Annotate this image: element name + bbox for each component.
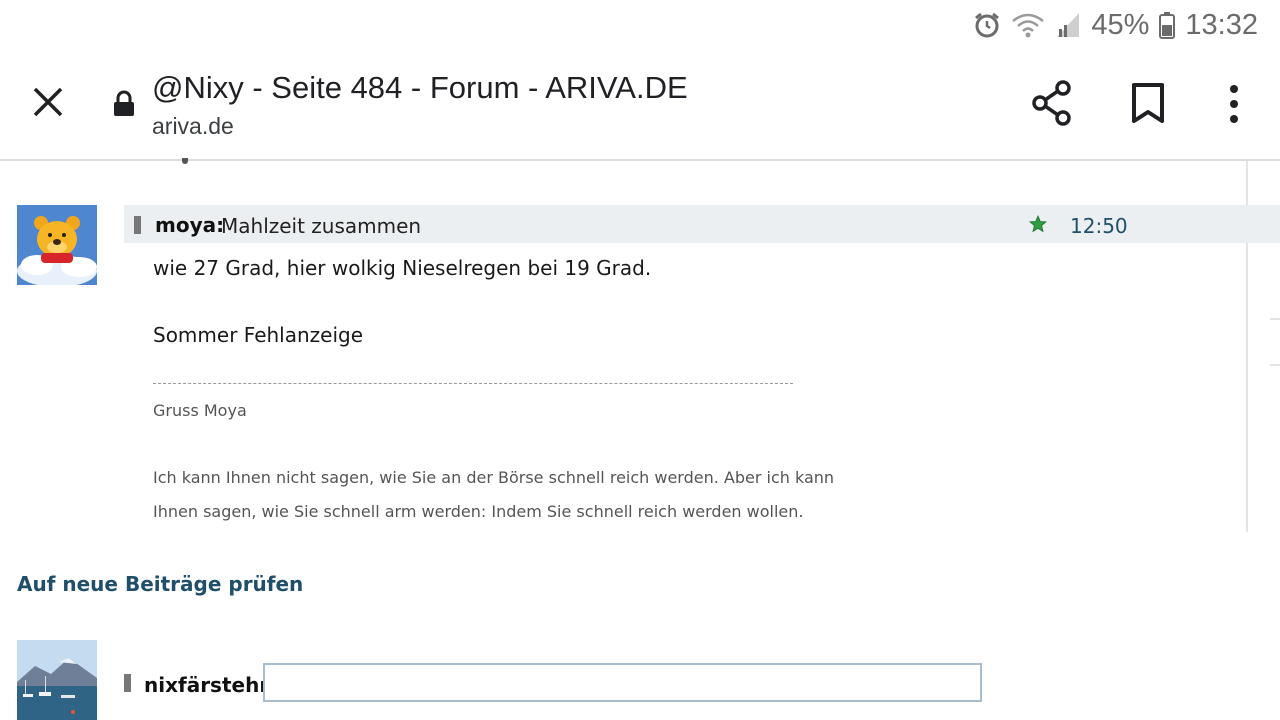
post-header: moya: Mahlzeit zusammen 12:50 — [124, 205, 1280, 243]
battery-icon — [1159, 11, 1176, 39]
reply-input[interactable] — [263, 663, 982, 702]
post-subject: Mahlzeit zusammen — [221, 214, 422, 238]
status-bar-right: 45% 13:32 — [973, 6, 1258, 44]
signature-divider — [153, 383, 793, 384]
star-icon[interactable] — [1028, 214, 1048, 233]
post-body-line: Sommer Fehlanzeige — [153, 323, 364, 347]
signature-greeting: Gruss Moya — [153, 401, 247, 420]
divider — [1270, 364, 1280, 366]
wifi-icon — [1011, 11, 1045, 39]
signal-icon — [1055, 11, 1081, 39]
signature-quote: Ich kann Ihnen nicht sagen, wie Sie an d… — [153, 468, 835, 487]
post-marker — [134, 216, 141, 234]
status-bar: 45% 13:32 — [0, 0, 1280, 50]
signature-quote: Ihnen sagen, wie Sie schnell arm werden:… — [153, 502, 804, 521]
reply-username: nixfärstehn: — [144, 673, 282, 697]
battery-percent: 45% — [1091, 8, 1150, 41]
reply-marker — [124, 674, 131, 692]
more-vert-icon[interactable] — [1222, 84, 1246, 124]
clock: 13:32 — [1185, 8, 1258, 41]
post-author[interactable]: moya: — [155, 213, 224, 237]
cut-off-text — [182, 158, 196, 164]
alarm-icon — [973, 11, 1001, 39]
avatar[interactable] — [17, 205, 97, 285]
check-new-posts-link[interactable]: Auf neue Beiträge prüfen — [17, 572, 303, 596]
close-icon[interactable] — [24, 78, 72, 126]
page-title: @Nixy - Seite 484 - Forum - ARIVA.DE — [152, 70, 688, 105]
bookmark-icon[interactable] — [1130, 82, 1166, 124]
browser-toolbar: @Nixy - Seite 484 - Forum - ARIVA.DE ari… — [0, 50, 1280, 161]
post-body-line: wie 27 Grad, hier wolkig Nieselregen bei… — [153, 256, 652, 280]
divider — [1270, 318, 1280, 320]
share-icon[interactable] — [1030, 80, 1074, 126]
page-url[interactable]: ariva.de — [152, 113, 234, 140]
lock-icon — [112, 90, 136, 118]
avatar[interactable] — [17, 640, 97, 720]
post-time[interactable]: 12:50 — [1070, 214, 1128, 238]
